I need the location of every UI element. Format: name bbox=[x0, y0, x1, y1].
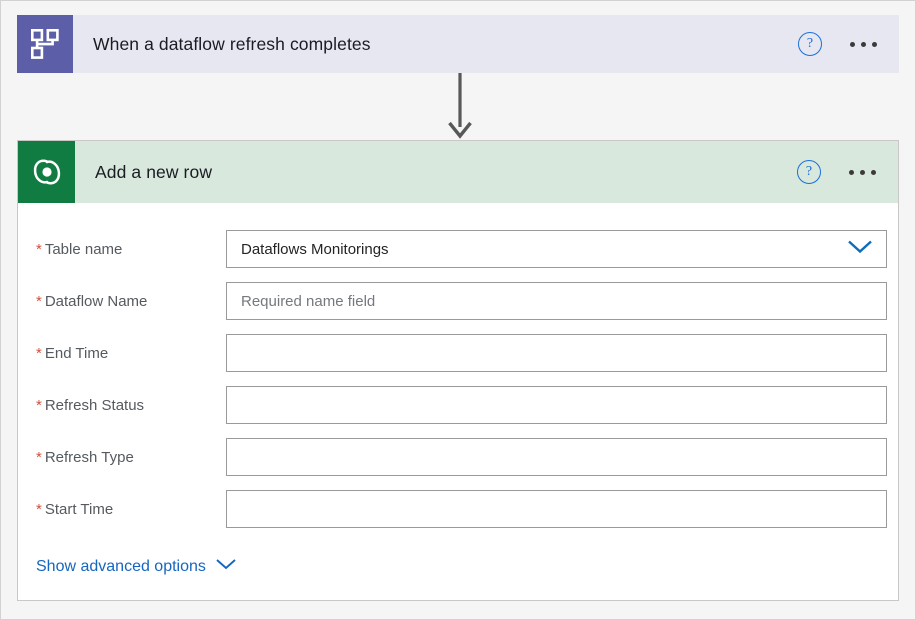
dot bbox=[861, 41, 866, 47]
required-asterisk: * bbox=[36, 240, 42, 258]
label-text: Refresh Status bbox=[44, 396, 145, 414]
field-label-table-name: * Table name bbox=[18, 241, 226, 258]
dot bbox=[872, 41, 877, 47]
label-text: Dataflow Name bbox=[44, 292, 148, 310]
dot bbox=[871, 169, 876, 175]
field-label-refresh-status: * Refresh Status bbox=[18, 397, 226, 414]
form-row: * End Time bbox=[18, 327, 898, 379]
trigger-card[interactable]: When a dataflow refresh completes ? bbox=[17, 15, 899, 73]
trigger-card-header[interactable]: When a dataflow refresh completes ? bbox=[17, 15, 899, 73]
required-asterisk: * bbox=[36, 396, 42, 414]
action-card-header[interactable]: Add a new row ? bbox=[18, 141, 898, 203]
field-label-dataflow-name: * Dataflow Name bbox=[18, 293, 226, 310]
required-asterisk: * bbox=[36, 292, 42, 310]
label-text: Table name bbox=[44, 240, 123, 258]
form-row: * Start Time bbox=[18, 483, 898, 535]
field-label-refresh-type: * Refresh Type bbox=[18, 449, 226, 466]
refresh-status-input[interactable] bbox=[226, 386, 887, 424]
end-time-input[interactable] bbox=[226, 334, 887, 372]
field-wrapper bbox=[226, 334, 887, 372]
required-asterisk: * bbox=[36, 500, 42, 518]
dot bbox=[849, 169, 854, 175]
form-row: * Table name Dataflows Monitorings bbox=[18, 223, 898, 275]
field-wrapper: Dataflows Monitorings bbox=[226, 230, 887, 268]
dataflow-name-input[interactable]: Required name field bbox=[226, 282, 887, 320]
label-text: Start Time bbox=[44, 500, 114, 518]
label-text: Refresh Type bbox=[44, 448, 134, 466]
required-asterisk: * bbox=[36, 448, 42, 466]
more-options-icon[interactable] bbox=[847, 164, 878, 181]
chevron-down-icon bbox=[215, 557, 237, 576]
required-asterisk: * bbox=[36, 344, 42, 362]
action-card[interactable]: Add a new row ? * Table name Dataflows Mo… bbox=[17, 140, 899, 601]
action-header-actions: ? bbox=[797, 141, 898, 203]
trigger-header-actions: ? bbox=[798, 15, 899, 73]
field-label-start-time: * Start Time bbox=[18, 501, 226, 518]
form-row: * Refresh Type bbox=[18, 431, 898, 483]
field-wrapper bbox=[226, 386, 887, 424]
trigger-title: When a dataflow refresh completes bbox=[93, 33, 371, 54]
dataflow-icon bbox=[17, 15, 73, 73]
field-wrapper bbox=[226, 438, 887, 476]
form-row: * Dataflow Name Required name field bbox=[18, 275, 898, 327]
start-time-input[interactable] bbox=[226, 490, 887, 528]
more-options-icon[interactable] bbox=[848, 36, 879, 53]
connector-arrow bbox=[444, 73, 476, 139]
help-icon[interactable]: ? bbox=[797, 160, 821, 184]
form-row: * Refresh Status bbox=[18, 379, 898, 431]
dot bbox=[850, 41, 855, 47]
field-wrapper bbox=[226, 490, 887, 528]
show-advanced-options-button[interactable]: Show advanced options bbox=[18, 535, 237, 576]
table-name-combobox[interactable]: Dataflows Monitorings bbox=[226, 230, 887, 268]
action-form: * Table name Dataflows Monitorings * Dataf… bbox=[18, 203, 898, 576]
help-icon[interactable]: ? bbox=[798, 32, 822, 56]
label-text: End Time bbox=[44, 344, 109, 362]
field-label-end-time: * End Time bbox=[18, 345, 226, 362]
dataverse-icon bbox=[18, 141, 75, 203]
show-advanced-options-label: Show advanced options bbox=[36, 557, 206, 575]
action-title: Add a new row bbox=[95, 161, 213, 182]
field-wrapper: Required name field bbox=[226, 282, 887, 320]
dot bbox=[860, 169, 865, 175]
refresh-type-input[interactable] bbox=[226, 438, 887, 476]
flow-designer-canvas: When a dataflow refresh completes ? Add … bbox=[0, 0, 916, 620]
